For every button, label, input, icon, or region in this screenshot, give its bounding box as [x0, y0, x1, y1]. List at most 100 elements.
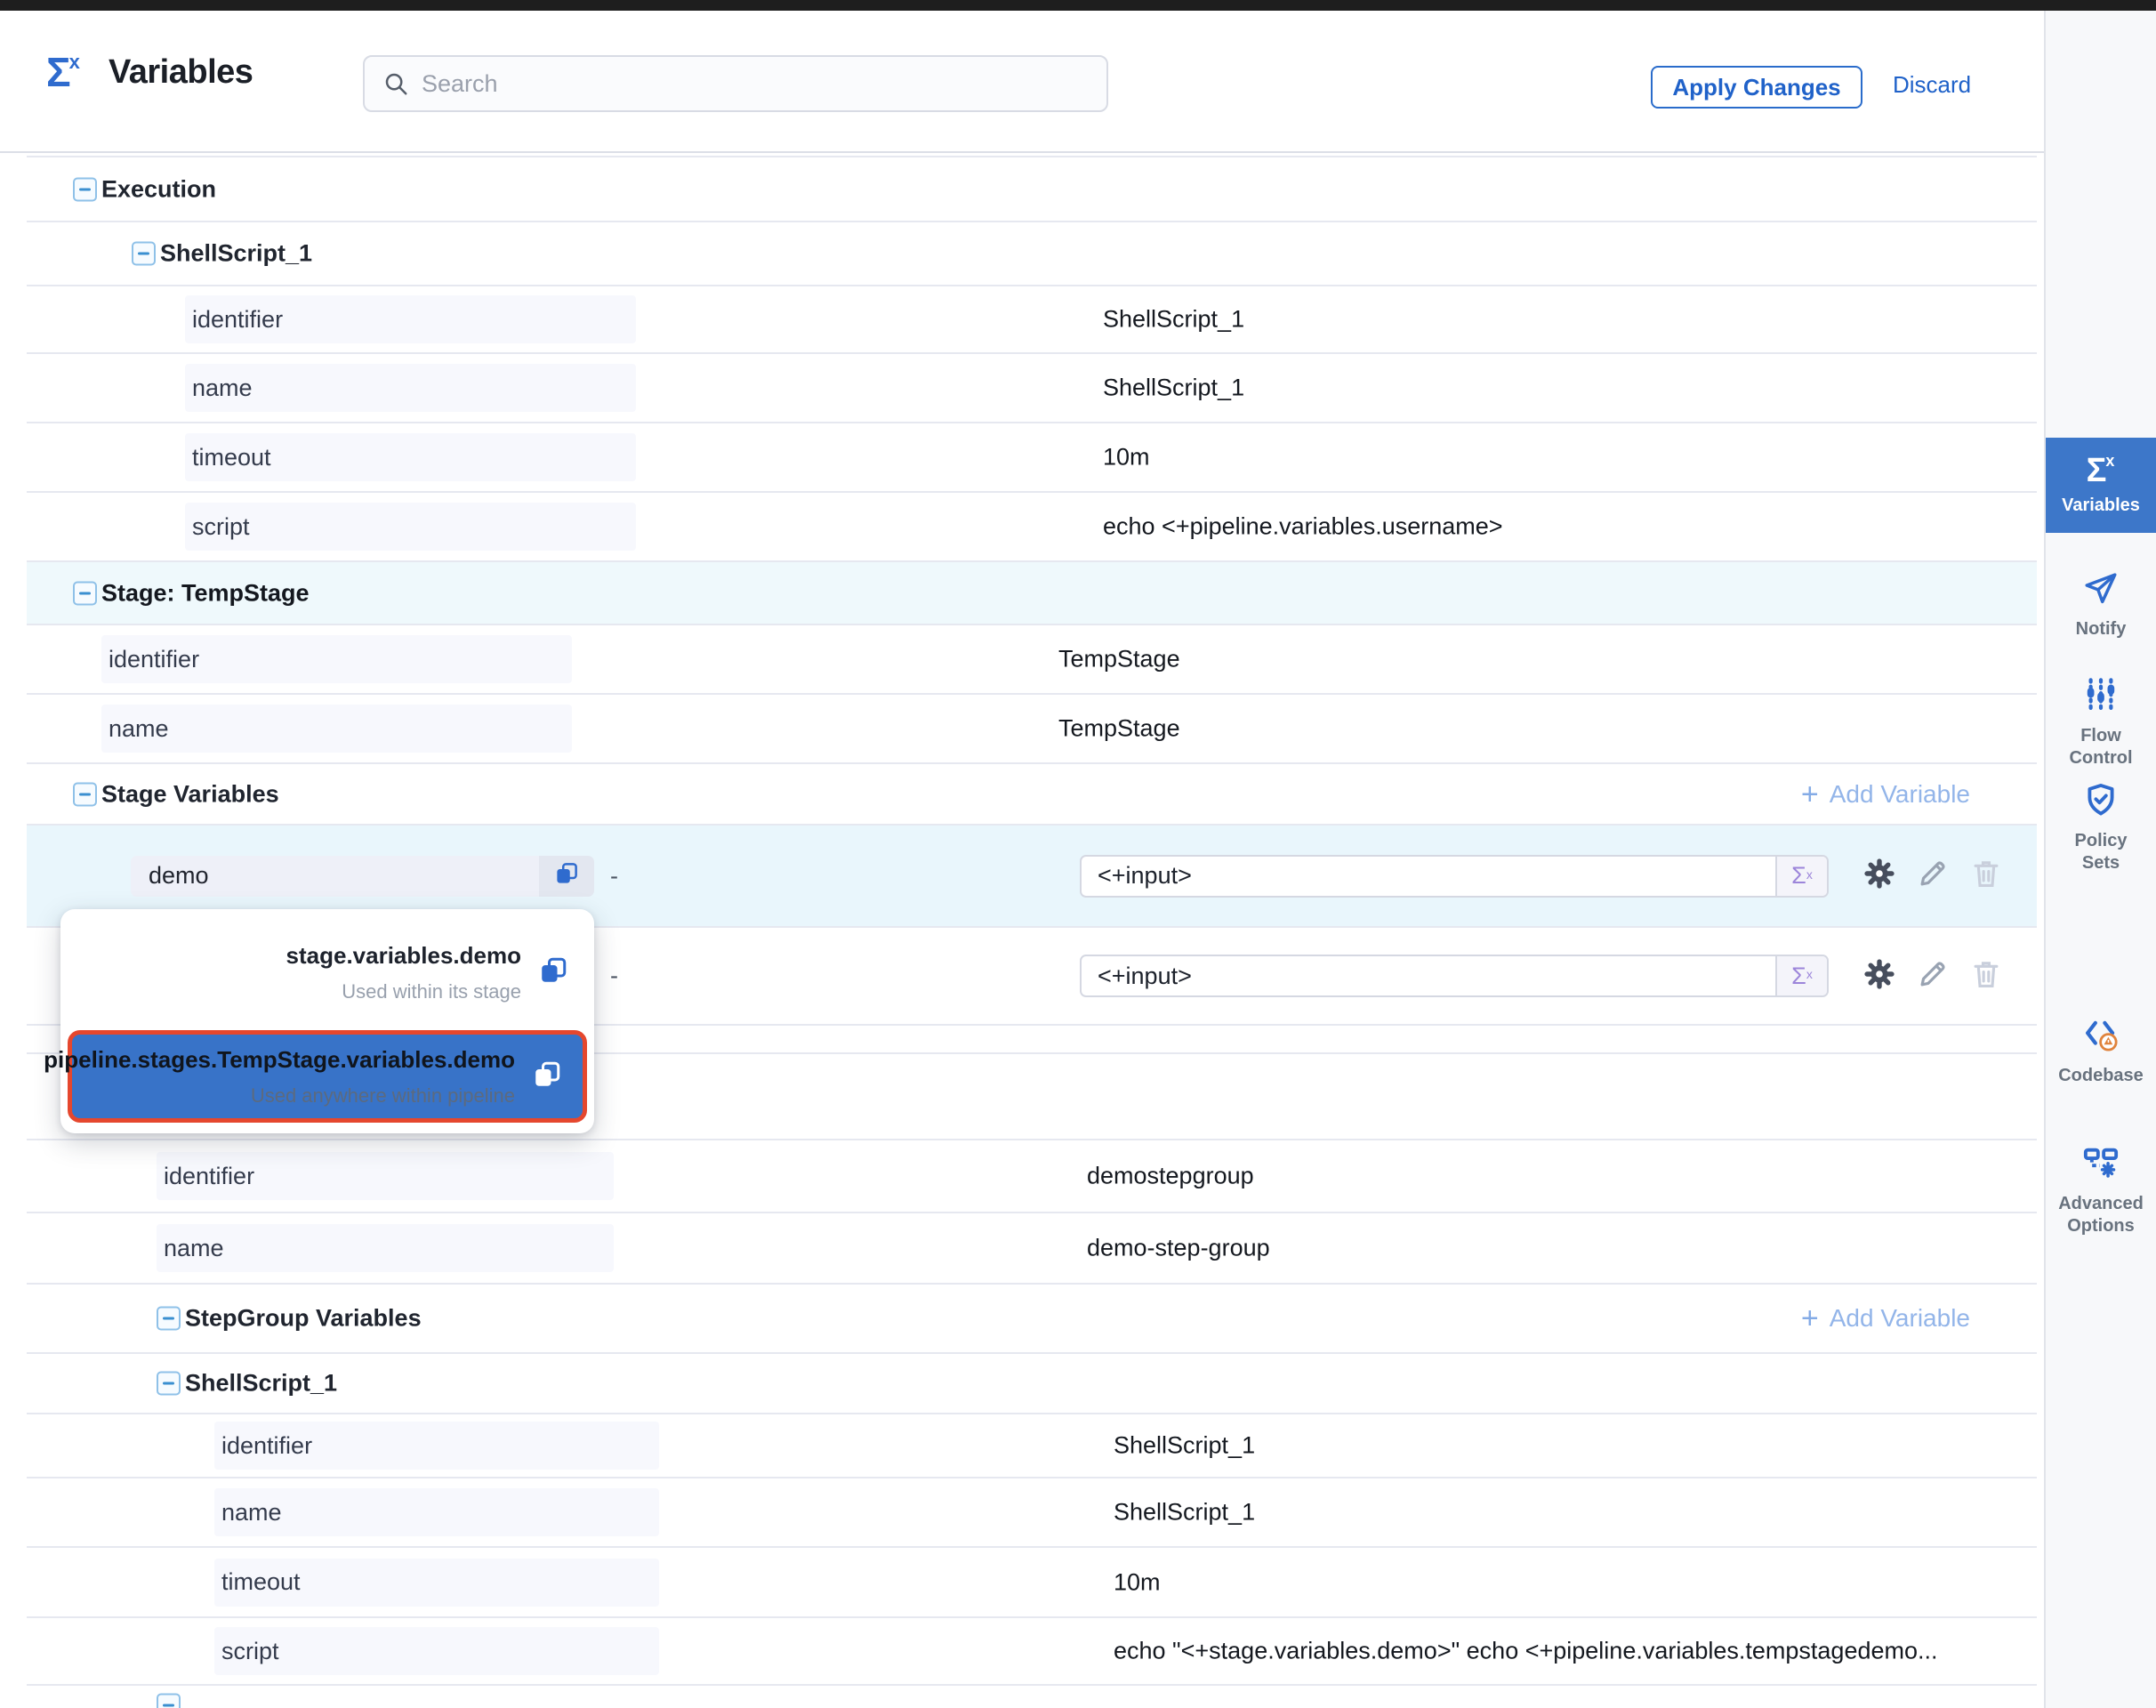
variable-value-text: <+input> [1082, 862, 1775, 890]
variable-default-dash: - [610, 963, 618, 990]
discard-button[interactable]: Discard [1893, 71, 1971, 99]
tree-group-row-partial [27, 1686, 2037, 1708]
tree-field-row: name TempStage [27, 695, 2037, 764]
tree-group-row: ShellScript_1 [27, 222, 2037, 286]
field-value: echo "<+stage.variables.demo>" echo <+pi… [1114, 1638, 1938, 1665]
sidebar-item-notify[interactable]: Notify [2046, 569, 2156, 640]
variable-value-text: <+input> [1082, 963, 1775, 990]
settings-button[interactable] [1861, 858, 1898, 895]
shield-check-icon [2082, 781, 2120, 823]
sidebar-item-label: Notify [2076, 618, 2127, 640]
code-warning-icon [2082, 1016, 2120, 1058]
search-placeholder: Search [422, 70, 498, 98]
tree-field-row: identifierdemostepgroup [27, 1140, 2037, 1213]
copy-icon [531, 1059, 563, 1095]
collapse-toggle-icon[interactable] [157, 1372, 181, 1396]
field-label-chip: name [185, 364, 636, 412]
field-label-chip: identifier [157, 1152, 614, 1200]
settings-button[interactable] [1861, 957, 1898, 995]
copy-expression-button[interactable] [535, 955, 571, 990]
sidebar-item-label: Variables [2062, 495, 2140, 517]
field-value: ShellScript_1 [1103, 375, 1244, 402]
window-top-bar [0, 0, 2156, 11]
sidebar-item-advanced-options[interactable]: AdvancedOptions [2046, 1144, 2156, 1237]
plus-icon: + [1801, 1303, 1819, 1333]
pencil-icon [1916, 857, 1950, 895]
field-label: timeout [221, 1568, 301, 1596]
field-label-chip: name [214, 1488, 659, 1536]
sidebar-item-variables[interactable]: Σx Variables [2046, 438, 2156, 533]
sidebar-item-codebase[interactable]: Codebase [2046, 1016, 2156, 1087]
tree-field-row: name ShellScript_1 [27, 354, 2037, 423]
trash-icon [1969, 857, 2003, 895]
sidebar-item-policy-sets[interactable]: PolicySets [2046, 781, 2156, 874]
edit-button[interactable] [1914, 858, 1951, 895]
collapse-toggle-icon[interactable] [73, 581, 97, 605]
sidebar-item-label: Codebase [2058, 1065, 2144, 1087]
sidebar-item-flow-control[interactable]: FlowControl [2046, 676, 2156, 769]
trash-icon [1969, 957, 2003, 995]
tree-field-row: identifierShellScript_1 [27, 1414, 2037, 1478]
field-label-chip: name [101, 705, 572, 753]
expression-scope-hint: Used anywhere within pipeline [251, 1084, 515, 1108]
plus-icon: + [1801, 779, 1819, 810]
tree-field-row: namedemo-step-group [27, 1213, 2037, 1285]
delete-button[interactable] [1967, 957, 2005, 995]
field-label: identifier [192, 306, 283, 334]
field-value: ShellScript_1 [1103, 306, 1244, 334]
collapse-toggle-icon[interactable] [73, 782, 97, 806]
collapse-toggle-icon[interactable] [157, 1307, 181, 1331]
field-value: TempStage [1058, 715, 1180, 743]
add-variable-button[interactable]: +Add Variable [1801, 779, 1970, 810]
pencil-icon [1916, 957, 1950, 995]
field-label-chip: identifier [101, 635, 572, 683]
variable-expression-popup: stage.variables.demoUsed within its stag… [60, 909, 594, 1133]
group-label: Stage: TempStage [101, 579, 310, 607]
page-title: Variables [109, 53, 253, 92]
group-label: ShellScript_1 [160, 240, 312, 268]
apply-changes-button[interactable]: Apply Changes [1651, 66, 1862, 109]
field-value: ShellScript_1 [1114, 1432, 1255, 1460]
variable-name-field[interactable]: demo [131, 856, 539, 897]
field-value: 10m [1103, 444, 1150, 471]
field-label: identifier [109, 646, 199, 673]
group-label: Stage Variables [101, 780, 279, 808]
field-label: timeout [192, 444, 271, 471]
expression-type-button[interactable]: Σx [1775, 956, 1827, 995]
field-label-chip: timeout [185, 433, 636, 481]
copy-expression-button[interactable] [529, 1059, 565, 1094]
sidebar-item-label: FlowControl [2069, 725, 2132, 769]
field-label: name [192, 375, 253, 402]
variable-value-input[interactable]: <+input>Σx [1080, 955, 1829, 997]
delete-button[interactable] [1967, 858, 2005, 895]
sigma-x-icon: Σx [2087, 454, 2116, 487]
field-value: demo-step-group [1087, 1235, 1270, 1262]
field-value: echo <+pipeline.variables.username> [1103, 513, 1503, 541]
edit-button[interactable] [1914, 957, 1951, 995]
gear-icon [1862, 857, 1896, 895]
tree-group-row: Execution [27, 157, 2037, 222]
expression-type-button[interactable]: Σx [1775, 857, 1827, 896]
field-label: identifier [164, 1163, 254, 1190]
copy-variable-button[interactable] [539, 856, 594, 897]
collapse-toggle-icon[interactable] [132, 242, 156, 266]
search-icon [382, 70, 409, 97]
panel-header: Σx Variables Search Apply Changes Discar… [0, 11, 2044, 153]
tree-field-row: scriptecho <+pipeline.variables.username… [27, 493, 2037, 562]
tree-group-row: StepGroup Variables+Add Variable [27, 1285, 2037, 1354]
field-label: script [221, 1638, 279, 1665]
expression-path: pipeline.stages.TempStage.variables.demo [44, 1046, 515, 1074]
expression-option-stage-scope[interactable]: stage.variables.demoUsed within its stag… [60, 920, 594, 1025]
variables-panel: Σx Variables Search Apply Changes Discar… [0, 0, 2156, 1708]
field-value: 10m [1114, 1568, 1161, 1596]
expression-option-pipeline-scope[interactable]: pipeline.stages.TempStage.variables.demo… [68, 1030, 587, 1123]
add-variable-button[interactable]: +Add Variable [1801, 1303, 1970, 1333]
collapse-toggle-icon[interactable] [157, 1694, 181, 1708]
tree-field-row: identifierTempStage [27, 625, 2037, 695]
field-label-chip: identifier [185, 295, 636, 343]
tree-field-row: timeout 10m [27, 423, 2037, 493]
variable-value-input[interactable]: <+input>Σx [1080, 855, 1829, 898]
collapse-toggle-icon[interactable] [73, 177, 97, 201]
field-label-chip: timeout [214, 1559, 659, 1607]
search-input[interactable]: Search [363, 55, 1108, 112]
